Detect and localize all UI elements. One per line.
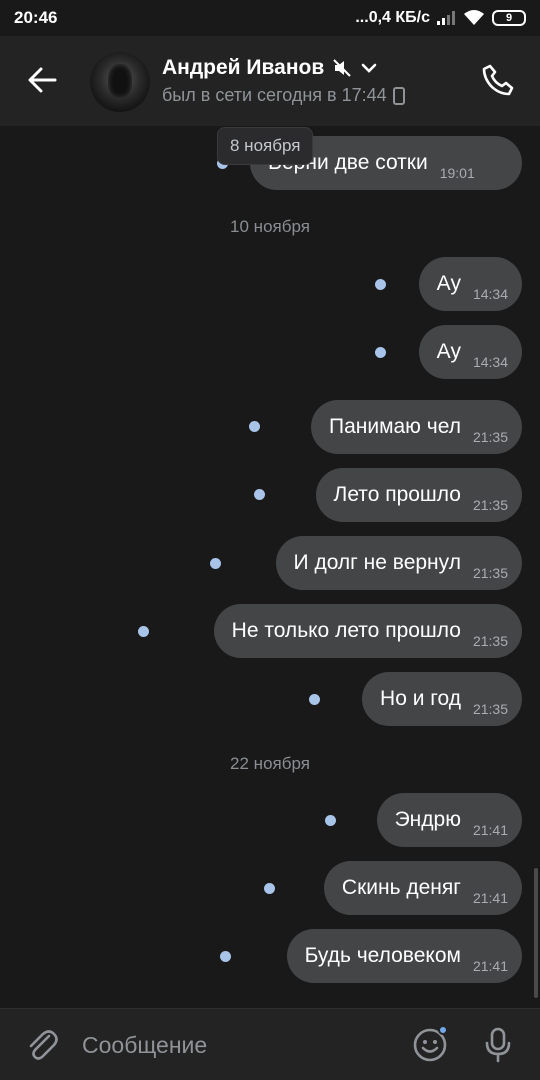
message-bubble[interactable]: Скинь деняг 21:41 <box>323 861 522 915</box>
date-separator: 22 ноября <box>230 754 310 773</box>
message-bubble[interactable]: Ау 14:34 <box>418 257 522 311</box>
message-time: 21:35 <box>472 701 508 717</box>
battery-level: 9 <box>505 12 513 24</box>
message-text: Лето прошло <box>333 483 461 506</box>
message-time: 21:35 <box>472 633 508 649</box>
message-bubble[interactable]: Эндрю 21:41 <box>376 793 522 847</box>
attach-button[interactable] <box>20 1023 64 1067</box>
message-bubble[interactable]: Лето прошло 21:35 <box>315 468 522 522</box>
message-text: Не только лето прошло <box>231 619 461 642</box>
message-text: Эндрю <box>394 808 461 831</box>
scrollbar[interactable] <box>534 868 538 998</box>
message-time: 21:41 <box>472 890 508 906</box>
last-seen: был в сети сегодня в 17:44 <box>162 85 387 105</box>
call-button[interactable] <box>476 58 520 102</box>
message-time: 21:35 <box>472 429 508 445</box>
unread-dot <box>325 815 336 826</box>
emoji-button[interactable] <box>408 1023 452 1067</box>
network-speed: ...0,4 КБ/с <box>355 9 430 26</box>
message-bubble[interactable]: Панимаю чел 21:35 <box>310 400 522 454</box>
chat-screen: 20:46 ...0,4 КБ/с 9 Андрей Иванов был в … <box>0 0 540 1080</box>
paperclip-icon <box>29 1030 58 1060</box>
unread-dot <box>220 951 231 962</box>
mobile-icon <box>392 86 405 105</box>
mute-icon <box>333 59 351 77</box>
message-composer <box>0 1008 540 1080</box>
back-button[interactable] <box>20 58 64 102</box>
back-arrow-icon <box>28 67 57 93</box>
microphone-icon <box>485 1027 511 1063</box>
signal-icon <box>437 11 455 25</box>
unread-dot <box>249 421 260 432</box>
message-text: И долг не вернул <box>293 551 461 574</box>
battery-icon: 9 <box>492 10 526 26</box>
emoji-badge <box>438 1025 448 1035</box>
contact-name: Андрей Иванов <box>162 56 325 79</box>
status-time: 20:46 <box>14 8 58 27</box>
message-text: Но и год <box>380 687 461 710</box>
unread-dot <box>210 558 221 569</box>
message-time: 21:35 <box>472 565 508 581</box>
unread-dot <box>375 347 386 358</box>
wifi-icon <box>464 10 484 25</box>
message-bubble[interactable]: И долг не вернул 21:35 <box>275 536 522 590</box>
unread-dot <box>264 883 275 894</box>
date-separator: 10 ноября <box>230 217 310 236</box>
message-bubble[interactable]: Будь человеком 21:41 <box>286 929 522 983</box>
message-bubble[interactable]: Ау 14:34 <box>418 325 522 379</box>
message-text: Будь человеком <box>304 944 461 967</box>
message-time: 21:41 <box>472 958 508 974</box>
phone-icon <box>482 64 514 96</box>
presence-row: был в сети сегодня в 17:44 <box>162 85 405 106</box>
message-time: 21:35 <box>472 497 508 513</box>
unread-dot <box>309 694 320 705</box>
message-text: Ау <box>436 340 461 363</box>
status-bar: 20:46 ...0,4 КБ/с 9 <box>0 0 540 36</box>
message-time: 21:41 <box>472 822 508 838</box>
chevron-down-icon <box>361 63 377 73</box>
contact-title[interactable]: Андрей Иванов <box>162 56 378 80</box>
message-time: 14:34 <box>472 286 508 302</box>
unread-dot <box>254 489 265 500</box>
message-bubble[interactable]: Не только лето прошло 21:35 <box>213 604 522 658</box>
message-input[interactable] <box>82 1023 392 1067</box>
message-text: Панимаю чел <box>328 415 461 438</box>
avatar[interactable] <box>90 52 150 112</box>
message-text: Скинь деняг <box>341 876 461 899</box>
chat-header: Андрей Иванов был в сети сегодня в 17:44 <box>0 36 540 126</box>
message-text: Ау <box>436 272 461 295</box>
message-time: 19:01 <box>439 165 475 181</box>
floating-date-badge: 8 ноября <box>217 127 314 165</box>
message-time: 14:34 <box>472 354 508 370</box>
message-bubble[interactable]: Но и год 21:35 <box>362 672 522 726</box>
unread-dot <box>375 279 386 290</box>
voice-message-button[interactable] <box>476 1023 520 1067</box>
unread-dot <box>138 626 149 637</box>
